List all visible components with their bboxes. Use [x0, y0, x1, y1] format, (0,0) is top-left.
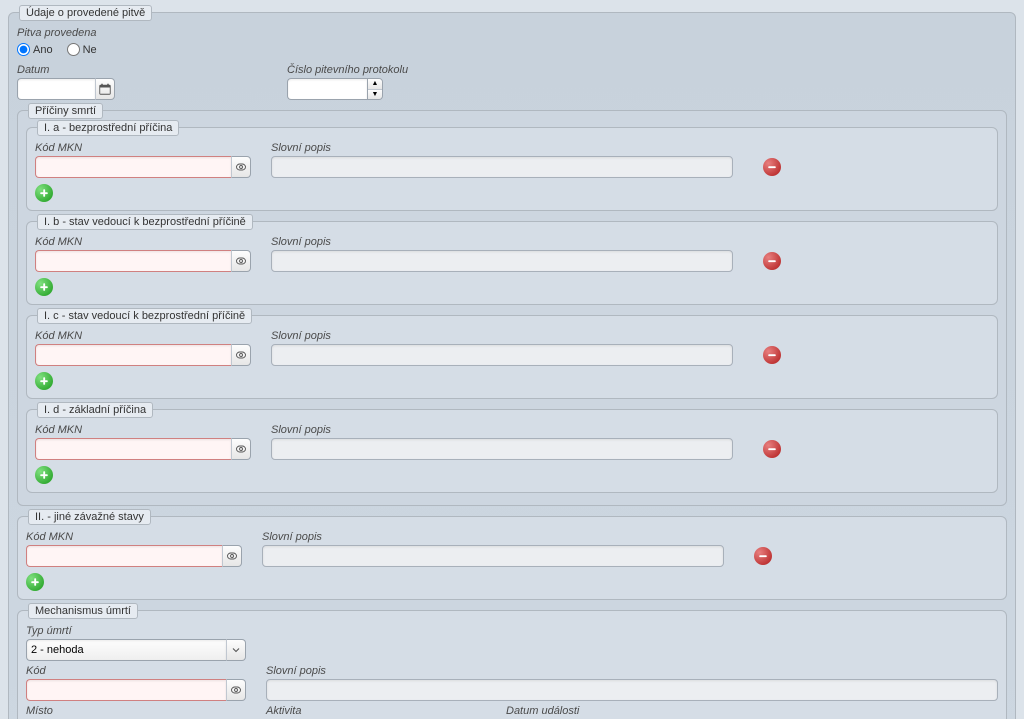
popis-label: Slovní popis: [271, 142, 733, 154]
lookup-icon[interactable]: [222, 545, 242, 567]
type-label: Typ úmrtí: [26, 625, 246, 637]
cause-group-1d-legend: I. d - základní příčina: [37, 402, 153, 418]
mech-kod-input[interactable]: [26, 679, 226, 701]
cause-group-1b: I. b - stav vedoucí k bezprostřední příč…: [26, 221, 998, 305]
protocol-input[interactable]: [287, 78, 367, 100]
protocol-spinner: ▲ ▼: [367, 78, 383, 100]
lookup-icon[interactable]: [231, 438, 251, 460]
date-label: Datum: [17, 64, 137, 76]
popis-input-1c: [271, 344, 733, 366]
spinner-down-icon[interactable]: ▼: [368, 90, 382, 100]
radio-no[interactable]: Ne: [67, 43, 97, 56]
popis-input-1d: [271, 438, 733, 460]
add-row-icon[interactable]: [35, 372, 53, 390]
spinner-up-icon[interactable]: ▲: [368, 79, 382, 90]
cause-group-2: II. - jiné závažné stavy Kód MKN Slovní …: [17, 516, 1007, 600]
remove-row-icon[interactable]: [763, 440, 781, 458]
autopsy-date-input[interactable]: [17, 78, 95, 100]
add-row-icon[interactable]: [35, 278, 53, 296]
causes-fieldset: Příčiny smrtí I. a - bezprostřední příči…: [17, 110, 1007, 506]
add-row-icon[interactable]: [35, 466, 53, 484]
lookup-icon[interactable]: [231, 344, 251, 366]
aktivita-label: Aktivita: [266, 705, 486, 717]
lookup-icon[interactable]: [226, 679, 246, 701]
lookup-icon[interactable]: [231, 156, 251, 178]
autopsy-performed-label: Pitva provedena: [17, 27, 1007, 39]
kod-label: Kód MKN: [35, 142, 251, 154]
popis-input-1a: [271, 156, 733, 178]
kod-input-1a[interactable]: [35, 156, 231, 178]
mech-popis-label: Slovní popis: [266, 665, 998, 677]
chevron-down-icon[interactable]: [226, 639, 246, 661]
kod-input-1d[interactable]: [35, 438, 231, 460]
add-row-icon[interactable]: [35, 184, 53, 202]
cause-group-1b-legend: I. b - stav vedoucí k bezprostřední příč…: [37, 214, 253, 230]
remove-row-icon[interactable]: [763, 158, 781, 176]
cause-group-1c-legend: I. c - stav vedoucí k bezprostřední příč…: [37, 308, 252, 324]
autopsy-legend: Údaje o provedené pitvě: [19, 5, 152, 21]
misto-label: Místo: [26, 705, 246, 717]
causes-legend: Příčiny smrtí: [28, 103, 103, 119]
mechanism-fieldset: Mechanismus úmrtí Typ úmrtí Kód Sl: [17, 610, 1007, 719]
cause-group-2-legend: II. - jiné závažné stavy: [28, 509, 151, 525]
kod-input-1c[interactable]: [35, 344, 231, 366]
autopsy-fieldset: Údaje o provedené pitvě Pitva provedena …: [8, 12, 1016, 719]
mech-popis-input: [266, 679, 998, 701]
cause-group-1c: I. c - stav vedoucí k bezprostřední příč…: [26, 315, 998, 399]
radio-yes[interactable]: Ano: [17, 43, 53, 56]
type-combo[interactable]: [26, 639, 226, 661]
protocol-label: Číslo pitevního protokolu: [287, 64, 415, 76]
kod-input-1b[interactable]: [35, 250, 231, 272]
radio-no-input[interactable]: [67, 43, 80, 56]
lookup-icon[interactable]: [231, 250, 251, 272]
datum-udalosti-label: Datum události: [506, 705, 626, 717]
cause-group-1d: I. d - základní příčina Kód MKN Slovní p…: [26, 409, 998, 493]
popis-input-2: [262, 545, 724, 567]
autopsy-performed-group: Ano Ne: [17, 43, 1007, 56]
remove-row-icon[interactable]: [763, 346, 781, 364]
remove-row-icon[interactable]: [754, 547, 772, 565]
popis-input-1b: [271, 250, 733, 272]
mechanism-legend: Mechanismus úmrtí: [28, 603, 138, 619]
calendar-icon[interactable]: [95, 78, 115, 100]
remove-row-icon[interactable]: [763, 252, 781, 270]
cause-group-1a: I. a - bezprostřední příčina Kód MKN Slo…: [26, 127, 998, 211]
cause-group-1a-legend: I. a - bezprostřední příčina: [37, 120, 179, 136]
kod-input-2[interactable]: [26, 545, 222, 567]
mech-kod-label: Kód: [26, 665, 246, 677]
radio-yes-input[interactable]: [17, 43, 30, 56]
add-row-icon[interactable]: [26, 573, 44, 591]
